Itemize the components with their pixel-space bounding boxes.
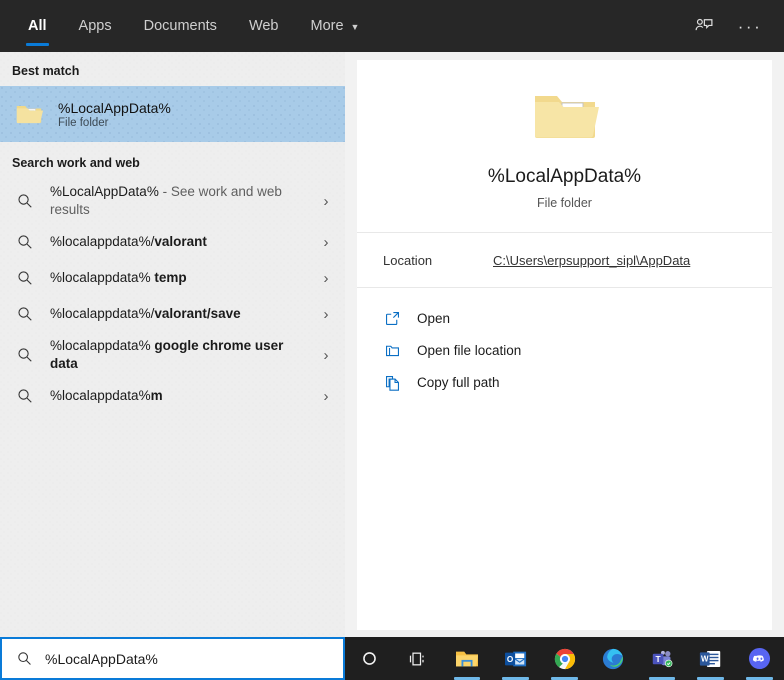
action-open-file-location-label: Open file location <box>417 342 522 358</box>
taskbar-discord-icon[interactable] <box>735 637 784 680</box>
taskbar-word-icon[interactable]: W <box>686 637 735 680</box>
action-open-label: Open <box>417 310 451 326</box>
tab-label: Documents <box>143 18 217 34</box>
suggestion-completion: valorant/save <box>154 306 241 321</box>
action-open[interactable]: Open <box>383 302 772 334</box>
search-suggestion-row[interactable]: %LocalAppData% - See work and web result… <box>0 178 345 224</box>
tab-label: All <box>28 18 47 34</box>
suggestion-label: %localappdata%/valorant/save <box>50 305 303 323</box>
taskbar-cortana-icon[interactable] <box>345 637 394 680</box>
web-results-list: %LocalAppData% - See work and web result… <box>0 178 345 414</box>
search-icon <box>14 269 36 287</box>
suggestion-query: %localappdata%/ <box>50 306 155 321</box>
results-panel: Best match %LocalAppData% File folder Se… <box>0 52 345 637</box>
folder-outline-icon <box>383 342 401 359</box>
tab-web[interactable]: Web <box>233 0 295 52</box>
location-label: Location <box>383 252 433 268</box>
best-match-result[interactable]: %LocalAppData% File folder <box>0 86 345 142</box>
suggestion-query: %localappdata%/ <box>50 234 155 249</box>
suggestion-query: %LocalAppData% <box>50 184 159 199</box>
chevron-right-icon: › <box>323 387 329 405</box>
search-icon <box>14 346 36 364</box>
search-filter-tabs: All Apps Documents Web More ▼ <box>0 0 375 52</box>
suggestion-label: %localappdata%m <box>50 387 303 405</box>
best-match-text: %LocalAppData% File folder <box>58 100 171 129</box>
suggestion-query: %localappdata% <box>50 270 155 285</box>
taskbar-search-box[interactable]: %LocalAppData% <box>0 637 345 680</box>
location-row: Location C:\Users\erpsupport_sipl\AppDat… <box>357 233 772 287</box>
taskbar-app-icons: OTW <box>345 637 784 680</box>
taskbar: %LocalAppData% O T W <box>0 637 784 680</box>
taskbar-file-explorer-icon[interactable] <box>443 637 492 680</box>
search-icon <box>14 192 36 210</box>
best-match-heading: Best match <box>12 64 80 78</box>
search-icon <box>14 233 36 251</box>
tab-label: More <box>310 18 344 34</box>
search-header: All Apps Documents Web More ▼ ··· <box>0 0 784 52</box>
best-match-title: %LocalAppData% <box>58 99 171 116</box>
suggestion-completion: valorant <box>154 234 207 249</box>
chevron-right-icon: › <box>323 346 329 364</box>
suggestion-query: %localappdata% <box>50 388 151 403</box>
best-match-subtitle: File folder <box>58 116 109 129</box>
header-actions: ··· <box>684 0 784 52</box>
preview-actions: Open Open file location Copy full path <box>357 288 772 398</box>
search-icon <box>18 652 31 665</box>
svg-text:T: T <box>655 654 661 664</box>
folder-icon <box>16 106 44 124</box>
taskbar-chrome-icon[interactable] <box>540 637 589 680</box>
suggestion-label: %localappdata% temp <box>50 269 303 287</box>
suggestion-label: %LocalAppData% - See work and web result… <box>50 183 303 219</box>
search-suggestion-row[interactable]: %localappdata%/valorant › <box>0 224 345 260</box>
feedback-button[interactable] <box>684 6 724 46</box>
preview-pane: %LocalAppData% File folder Location C:\U… <box>357 60 772 630</box>
action-copy-full-path[interactable]: Copy full path <box>383 366 772 398</box>
preview-title: %LocalAppData% <box>487 166 642 187</box>
svg-text:W: W <box>701 654 709 663</box>
suggestion-query: %localappdata% <box>50 338 155 353</box>
chevron-right-icon: › <box>323 192 329 210</box>
action-copy-full-path-label: Copy full path <box>417 374 500 390</box>
svg-text:O: O <box>507 655 514 664</box>
tab-label: Apps <box>78 18 112 34</box>
chevron-right-icon: › <box>323 269 329 287</box>
preview-hero: %LocalAppData% File folder <box>357 60 772 232</box>
tab-more[interactable]: More ▼ <box>295 0 376 52</box>
windows-search-overlay: All Apps Documents Web More ▼ ··· Best match <box>0 0 784 680</box>
suggestion-completion: m <box>150 388 163 403</box>
open-external-icon <box>383 310 401 327</box>
search-suggestion-row[interactable]: %localappdata% temp › <box>0 260 345 296</box>
search-icon <box>14 305 36 323</box>
more-options-button[interactable]: ··· <box>730 6 770 46</box>
search-icon <box>14 387 36 405</box>
chevron-down-icon: ▼ <box>350 21 360 32</box>
chevron-right-icon: › <box>323 305 329 323</box>
ellipsis-icon: ··· <box>737 16 763 36</box>
suggestion-completion: temp <box>154 270 187 285</box>
search-suggestion-row[interactable]: %localappdata%m › <box>0 378 345 414</box>
folder-large-icon <box>534 96 599 138</box>
taskbar-task-view-icon[interactable] <box>394 637 443 680</box>
tab-apps[interactable]: Apps <box>63 0 128 52</box>
tab-label: Web <box>248 18 279 34</box>
search-suggestion-row[interactable]: %localappdata%/valorant/save › <box>0 296 345 332</box>
feedback-person-icon <box>695 18 713 31</box>
suggestion-label: %localappdata%/valorant <box>50 233 303 251</box>
taskbar-edge-icon[interactable] <box>589 637 638 680</box>
preview-subtitle: File folder <box>537 196 592 210</box>
location-path-link[interactable]: C:\Users\erpsupport_sipl\AppData <box>493 253 690 268</box>
taskbar-teams-icon[interactable]: T <box>638 637 687 680</box>
tab-all[interactable]: All <box>12 0 63 52</box>
suggestion-label: %localappdata% google chrome user data <box>50 337 303 373</box>
tab-documents[interactable]: Documents <box>128 0 233 52</box>
action-open-file-location[interactable]: Open file location <box>383 334 772 366</box>
search-suggestion-row[interactable]: %localappdata% google chrome user data › <box>0 332 345 378</box>
web-results-heading: Search work and web <box>12 156 140 170</box>
taskbar-outlook-icon[interactable]: O <box>491 637 540 680</box>
copy-icon <box>383 374 401 391</box>
chevron-right-icon: › <box>323 233 329 251</box>
search-input[interactable]: %LocalAppData% <box>45 651 158 667</box>
